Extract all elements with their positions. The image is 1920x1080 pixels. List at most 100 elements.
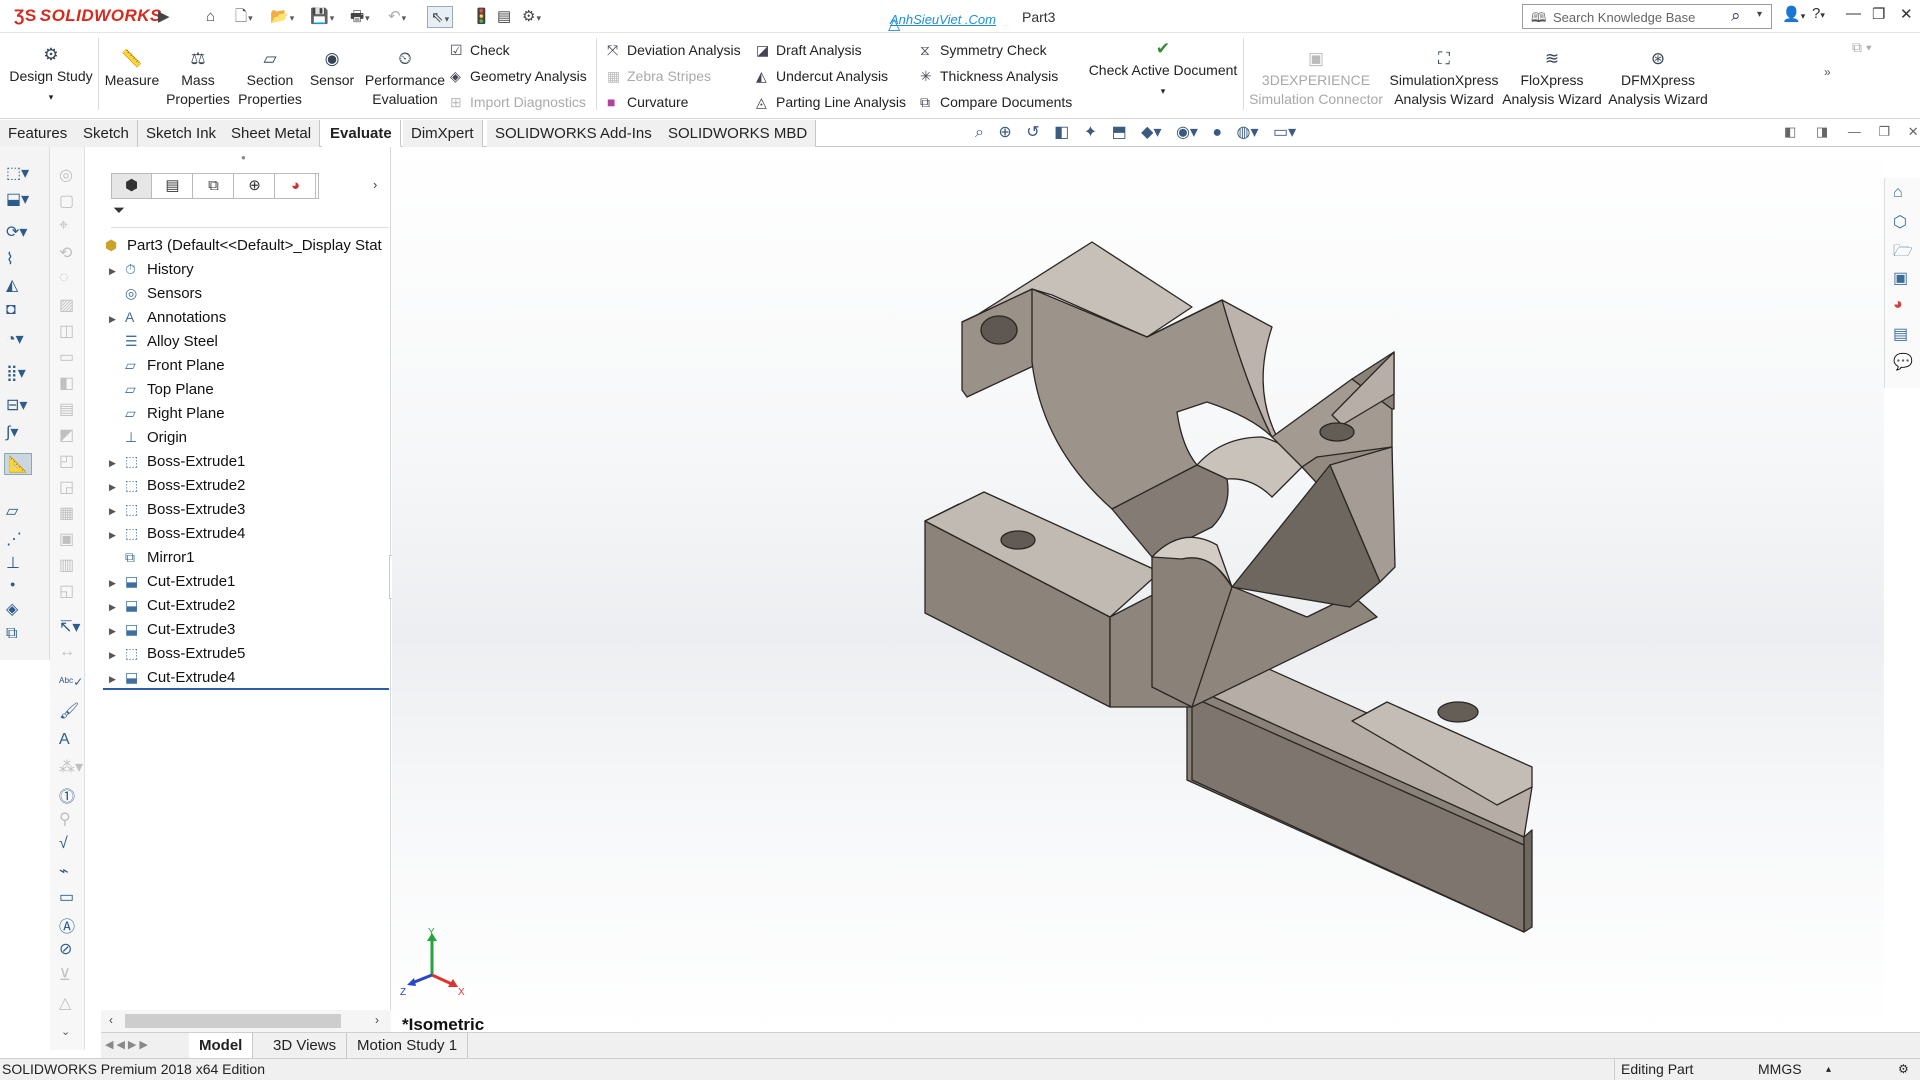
appearances-icon[interactable]: ◕ [1893,296,1903,314]
view-palette-icon[interactable]: ▣ [1893,268,1908,288]
rollback-bar[interactable] [103,688,389,690]
check-button[interactable]: ☑ Check [450,39,510,61]
sweep-tool-icon[interactable]: ⌇ [6,249,14,269]
solidworks-logo[interactable]: ƷS SOLIDWORKS [14,6,162,26]
ribbon-options-icon[interactable]: ⧉ ▾ [1852,39,1872,56]
thickness-analysis-button[interactable]: ✳ Thickness Analysis [920,65,1058,87]
viewport-restore-icon[interactable]: ❐ [1878,124,1890,139]
floxpress-button[interactable]: ≋ FloXpress Analysis Wizard [1502,47,1602,109]
horizontal-scrollbar[interactable]: ‹ › [101,1010,391,1032]
tab-scroll-arrows-icon[interactable]: ◀◀▶▶ [105,1038,151,1051]
point-icon[interactable]: ● [10,579,15,589]
tab-sketch[interactable]: Sketch [75,120,138,147]
mate-reference-icon[interactable]: ⧉ [6,625,17,643]
import-diagnostics-button[interactable]: ⊞ Import Diagnostics [450,91,586,113]
curvature-button[interactable]: ■ Curvature [607,91,688,113]
parting-line-analysis-button[interactable]: ◬ Parting Line Analysis [756,91,906,113]
extrude-tool-icon[interactable]: ⬚▾ [6,163,29,183]
rebuild-icon[interactable]: 🚦 [472,6,491,28]
3dexperience-simulation-connector-button[interactable]: ▣ 3DEXPERIENCE Simulation Connector [1246,47,1386,109]
view-orientation-icon[interactable]: ⬒ [1112,124,1127,141]
close-icon[interactable]: ✕ [1900,5,1913,23]
revolve-tool-icon[interactable]: ⟳▾ [6,222,27,242]
tree-item[interactable]: ⊥ Origin [109,425,187,449]
zoom-to-fit-icon[interactable]: ⌕ [975,124,984,141]
expand-arrow-icon[interactable]: ▶ [109,307,125,331]
draft-analysis-button[interactable]: ◪ Draft Analysis [756,39,862,61]
user-icon[interactable]: 👤▾ [1782,5,1805,23]
expand-arrow-icon[interactable]: ▶ [109,523,125,547]
geometry-analysis-button[interactable]: ◈ Geometry Analysis [450,65,587,87]
tab-model[interactable]: Model [189,1033,254,1059]
curves-tool-icon[interactable]: ∫▾ [6,422,18,442]
file-properties-icon[interactable]: ▤ [497,6,511,28]
minimize-icon[interactable]: — [1846,5,1861,22]
featuremanager-tab-icon[interactable]: ⬢ [112,174,152,198]
tab-motion-study-1[interactable]: Motion Study 1 [347,1033,469,1059]
viewport-close-icon[interactable]: ✕ [1908,124,1919,139]
tile-right-icon[interactable]: ◨ [1816,124,1828,139]
displaymanager-tab-icon[interactable]: ◕ [276,174,316,198]
expand-arrow-icon[interactable]: ▶ [109,595,125,619]
compare-documents-button[interactable]: ⧉ Compare Documents [920,91,1072,113]
surface-finish-icon[interactable]: √ [59,835,68,853]
tree-item[interactable]: ⧉ Mirror1 [109,545,195,569]
tree-item[interactable]: ▶ ⬓ Cut-Extrude3 [109,617,235,641]
expand-menu-icon[interactable]: ▶ [158,6,170,28]
tab-solidworks-add-ins[interactable]: SOLIDWORKS Add-Ins [487,120,661,147]
shell-tool-icon[interactable]: ◘ [6,301,16,319]
viewport-minimize-icon[interactable]: — [1848,124,1861,139]
section-properties-button[interactable]: ▱ Section Properties [234,47,306,109]
tree-item[interactable]: ▶ ⬚ Boss-Extrude2 [109,473,245,497]
design-library-icon[interactable]: ⬡ [1893,212,1907,232]
tile-left-icon[interactable]: ◧ [1784,124,1796,139]
search-icon[interactable]: ⌕ [1731,6,1741,26]
rib-tool-icon[interactable]: ⊟▾ [6,395,27,415]
cut-tool-icon[interactable]: ⬓▾ [6,189,29,209]
tree-item[interactable]: ▶ ⬚ Boss-Extrude3 [109,497,245,521]
unit-system[interactable]: MMGS [1758,1059,1802,1080]
tab-sheet-metal[interactable]: Sheet Metal [223,120,321,147]
tree-item[interactable]: ▶ ⬚ Boss-Extrude4 [109,521,245,545]
open-icon[interactable]: 📂▾ [270,6,294,28]
tab-solidworks-mbd[interactable]: SOLIDWORKS MBD [660,120,817,147]
new-document-icon[interactable]: 🗋▾ [235,6,253,28]
simulationxpress-button[interactable]: ⛶ SimulationXpress Analysis Wizard [1386,47,1502,109]
tree-item[interactable]: ▶ ⬓ Cut-Extrude1 [109,569,235,593]
tree-item[interactable]: ▶ ⏱ History [109,257,194,281]
scrollbar-thumb[interactable] [125,1014,341,1028]
previous-view-icon[interactable]: ↺ [1026,124,1039,141]
expand-arrow-icon[interactable]: ▶ [109,643,125,667]
tree-item[interactable]: ▱ Top Plane [109,377,214,401]
tab-features[interactable]: Features [0,120,77,147]
expand-arrow-icon[interactable]: ▶ [109,451,125,475]
save-icon[interactable]: 💾▾ [310,6,334,28]
sensor-button[interactable]: ◉ Sensor [306,47,358,90]
tree-item[interactable]: ▶ ⬚ Boss-Extrude1 [109,449,245,473]
tree-root[interactable]: ⬢ Part3 (Default<<Default>_Display Stat [105,233,382,257]
coordinate-system-icon[interactable]: ⊥ [6,553,20,573]
instant3d-tool-icon[interactable]: 📐 [4,453,32,475]
tree-item[interactable]: ☰ Alloy Steel [109,329,218,353]
reference-plane-icon[interactable]: ▱ [6,501,18,521]
tab-evaluate[interactable]: Evaluate [322,120,401,147]
dfmxpress-button[interactable]: ⊛ DFMXpress Analysis Wizard [1606,47,1710,109]
expand-arrow-icon[interactable]: ▶ [109,499,125,523]
part-model[interactable] [392,147,1884,1032]
fillet-tool-icon[interactable]: ◔▾ [6,329,24,349]
tree-filter[interactable]: ⏷ [111,202,389,228]
print-icon[interactable]: 🖶▾ [350,6,370,28]
file-explorer-icon[interactable]: 🗁 [1893,240,1913,267]
note-icon[interactable]: A [59,731,70,749]
display-style-icon[interactable]: ◆▾ [1141,124,1161,141]
configurationmanager-tab-icon[interactable]: ⧉ [194,174,234,198]
spell-check-icon[interactable]: ᴬᵇᶜ✓ [59,675,83,689]
tree-item[interactable]: ▶ ⬚ Boss-Extrude5 [109,641,245,665]
datum-target-icon[interactable]: ⊘ [59,939,72,959]
undercut-analysis-button[interactable]: ◭ Undercut Analysis [756,65,888,87]
tab-dimxpert[interactable]: DimXpert [403,120,483,147]
help-icon[interactable]: ?▾ [1812,5,1825,22]
loft-tool-icon[interactable]: ◭ [6,275,18,295]
weld-symbol-icon[interactable]: ⌁ [59,861,69,881]
expand-arrow-icon[interactable]: ▶ [109,259,125,283]
